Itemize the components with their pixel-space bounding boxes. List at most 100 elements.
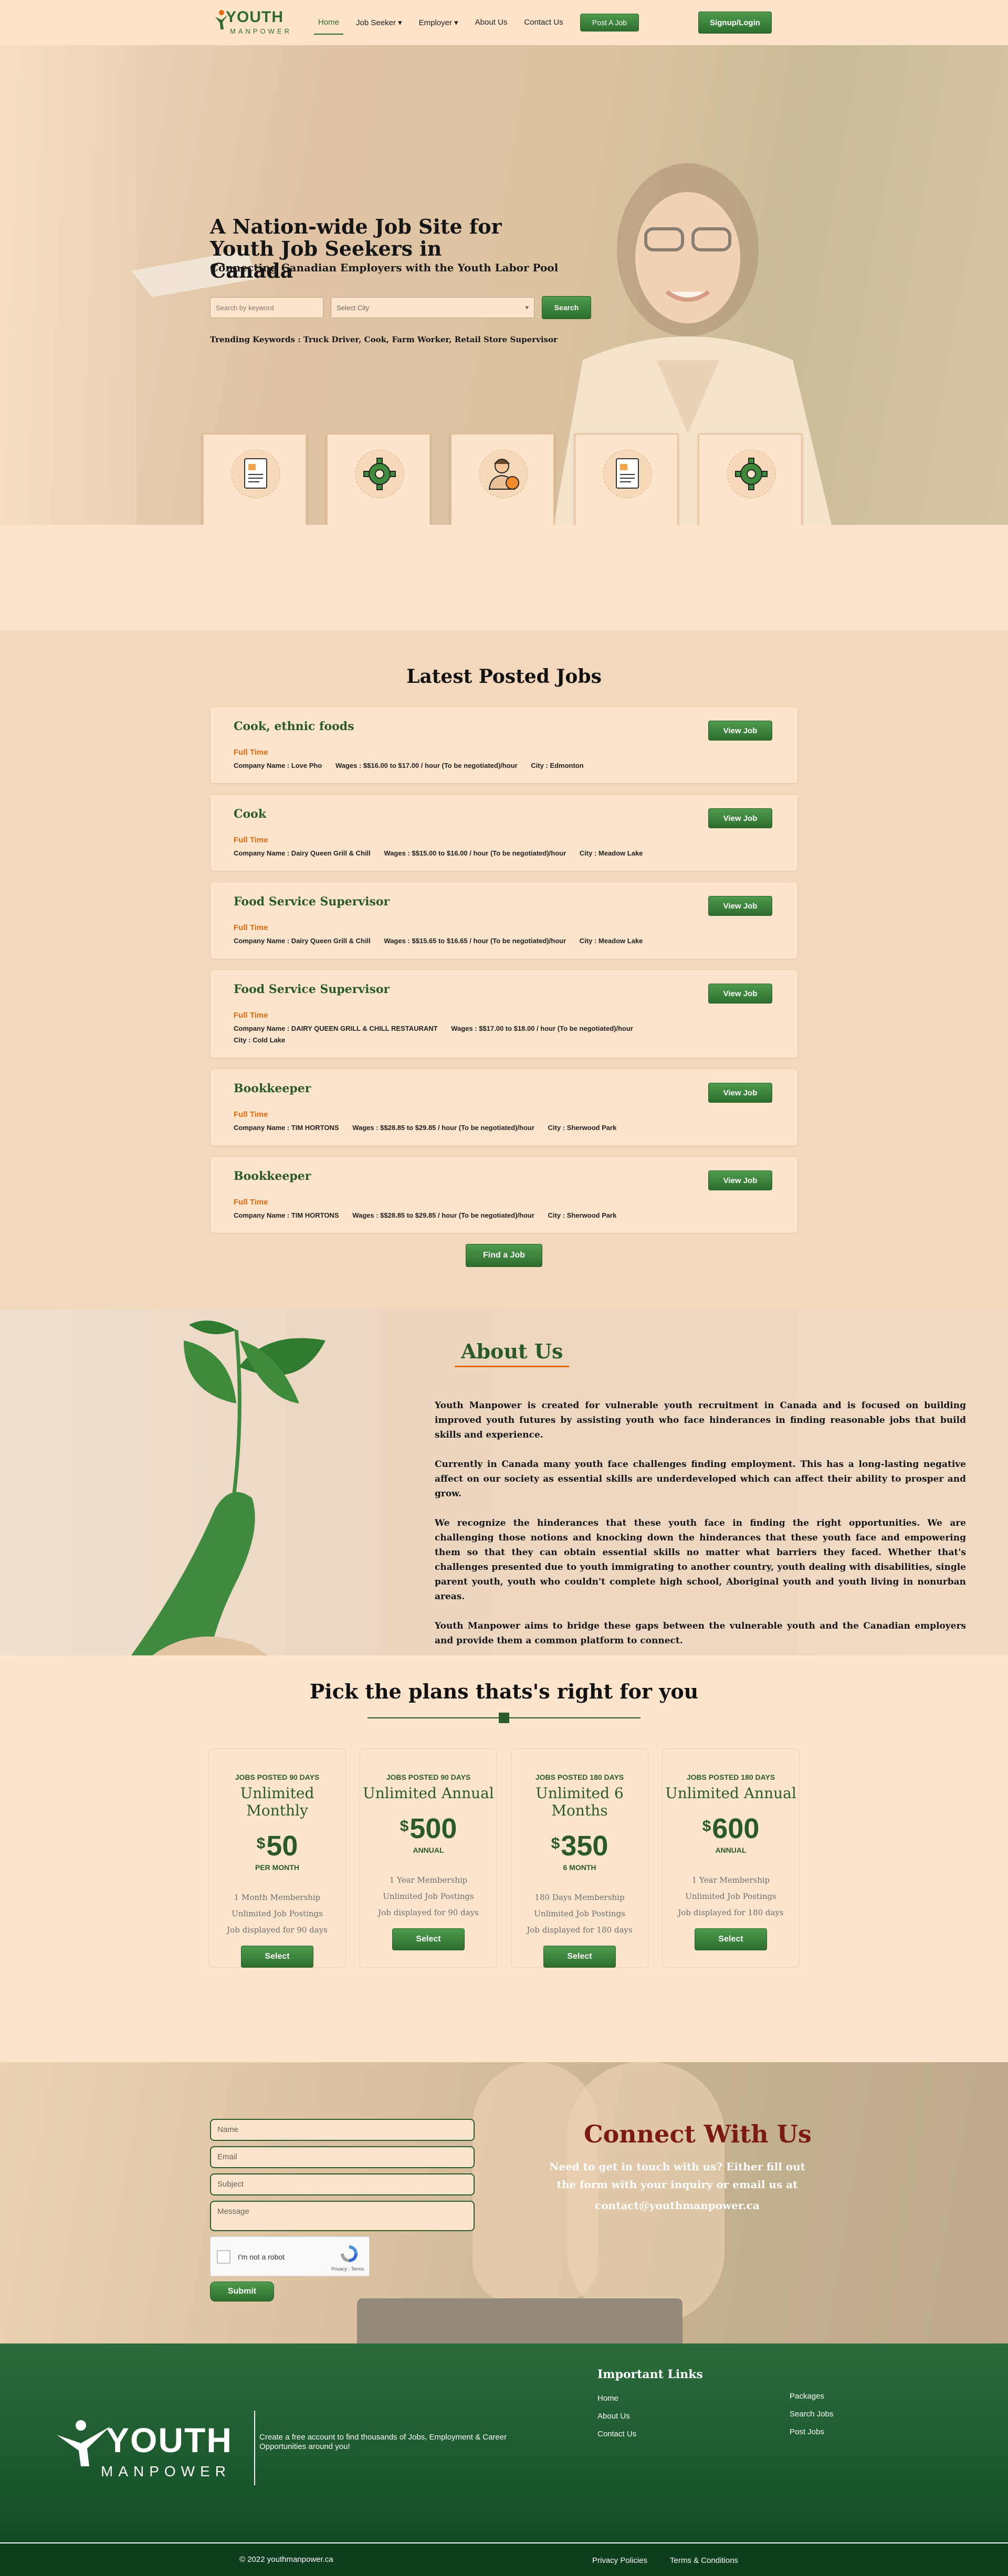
plan-price: $500 — [360, 1812, 497, 1845]
job-card: Bookkeeper Full Time Company Name : TIM … — [210, 1156, 798, 1233]
job-city: City : Sherwood Park — [548, 1124, 617, 1132]
job-wages: Wages : $$15.00 to $16.00 / hour (To be … — [384, 849, 566, 857]
plan-price-value: 350 — [561, 1830, 608, 1862]
job-card: Cook, ethnic foods Full Time Company Nam… — [210, 706, 798, 784]
footer-link-search-jobs[interactable]: Search Jobs — [790, 2410, 833, 2419]
select-plan-button[interactable]: Select — [695, 1928, 767, 1950]
recaptcha-icon — [341, 2245, 358, 2262]
job-title[interactable]: Cook, ethnic foods — [234, 720, 774, 733]
category-label: Retail, Counter, Merchandising — [331, 524, 426, 525]
select-plan-button[interactable]: Select — [392, 1928, 465, 1950]
job-city: City : Cold Lake — [234, 1036, 286, 1044]
view-job-button[interactable]: View Job — [708, 1083, 772, 1103]
select-plan-button[interactable]: Select — [543, 1946, 616, 1968]
category-card: Hotel, Motel, Hospitality, Tourism View … — [574, 434, 678, 525]
post-job-button[interactable]: Post A Job — [580, 14, 639, 31]
plan-currency: $ — [551, 1835, 560, 1852]
hero-subtitle: Connecting Canadian Employers with the Y… — [210, 261, 559, 274]
site-logo[interactable]: YOUTH MANPOWER — [214, 7, 298, 38]
footer-link-about[interactable]: About Us — [597, 2412, 630, 2421]
submit-button[interactable]: Submit — [210, 2282, 274, 2301]
footer-link-contact[interactable]: Contact Us — [597, 2430, 636, 2438]
name-field[interactable]: Name — [210, 2119, 475, 2141]
connect-text: Need to get in touch with us? Either fil… — [541, 2158, 814, 2214]
footer-link-packages[interactable]: Packages — [790, 2392, 824, 2401]
plan-feature: 1 Year Membership — [389, 1875, 468, 1885]
site-footer: YOUTH MANPOWER Create a free account to … — [0, 2343, 1008, 2576]
view-job-button[interactable]: View Job — [708, 721, 772, 741]
footer-link-post-jobs[interactable]: Post Jobs — [790, 2427, 824, 2436]
signup-login-button[interactable]: Signup/Login — [698, 12, 772, 34]
contact-overlay — [0, 2062, 1008, 2343]
job-title[interactable]: Bookkeeper — [234, 1169, 774, 1183]
job-city: City : Edmonton — [531, 762, 584, 769]
logo-text-youth: YOUTH — [226, 8, 284, 26]
plan-feature: Unlimited Job Postings — [534, 1909, 625, 1918]
hero-title-line1: A Nation-wide Job Site for — [210, 215, 502, 238]
job-title[interactable]: Bookkeeper — [234, 1082, 774, 1095]
nav-job-seeker[interactable]: Job Seeker ▾ — [348, 15, 411, 30]
category-label: Cook, Chef — [702, 524, 798, 525]
latest-jobs-title: Latest Posted Jobs — [406, 666, 602, 688]
plan-feature: Unlimited Job Postings — [383, 1892, 474, 1901]
category-card: Cook, Chef View Jobs — [698, 434, 802, 525]
job-title[interactable]: Food Service Supervisor — [234, 983, 774, 996]
job-company: Company Name : DAIRY QUEEN GRILL & CHILL… — [234, 1025, 438, 1032]
trending-keywords: Trending Keywords : Truck Driver, Cook, … — [210, 335, 558, 344]
document-icon — [227, 445, 285, 503]
view-job-button[interactable]: View Job — [708, 1170, 772, 1190]
caret-down-icon: ▾ — [454, 18, 458, 27]
job-type: Full Time — [234, 1198, 268, 1207]
job-details: Company Name : TIM HORTONS Wages : $$28.… — [234, 1210, 774, 1221]
view-job-button[interactable]: View Job — [708, 808, 772, 828]
caret-down-icon: ▾ — [398, 18, 402, 27]
site-header: YOUTH MANPOWER Home Job Seeker ▾ Employe… — [0, 0, 1008, 45]
plan-features: 180 Days Membership Unlimited Job Postin… — [511, 1889, 648, 1938]
recaptcha-terms[interactable]: Privacy - Terms — [331, 2266, 364, 2272]
subject-field[interactable]: Subject — [210, 2173, 475, 2195]
plan-card: JOBS POSTED 180 DAYS Unlimited Annual $6… — [662, 1748, 800, 1968]
job-title[interactable]: Food Service Supervisor — [234, 895, 774, 909]
job-details: Company Name : TIM HORTONS Wages : $$28.… — [234, 1122, 774, 1134]
plan-name: Unlimited Annual — [665, 1785, 796, 1802]
nav-contact-us[interactable]: Contact Us — [516, 15, 571, 30]
plan-posted-days: JOBS POSTED 90 DAYS — [235, 1773, 320, 1781]
plan-feature: Job displayed for 180 days — [678, 1908, 784, 1917]
plan-period: ANNUAL — [413, 1846, 444, 1854]
plant-hand-image — [131, 1321, 326, 1655]
job-details: Company Name : Dairy Queen Grill & Chill… — [234, 935, 774, 947]
job-list: Cook, ethnic foods Full Time Company Nam… — [210, 706, 798, 1233]
find-job-button[interactable]: Find a Job — [466, 1244, 542, 1267]
footer-link-home[interactable]: Home — [597, 2394, 618, 2403]
recaptcha-checkbox[interactable] — [217, 2250, 230, 2264]
terms-link[interactable]: Terms & Conditions — [670, 2556, 738, 2565]
job-type: Full Time — [234, 836, 268, 844]
view-job-button[interactable]: View Job — [708, 984, 772, 1004]
job-wages: Wages : $$17.00 to $18.00 / hour (To be … — [451, 1025, 633, 1032]
connect-text-line2: the form with your inquiry or email us a… — [556, 2178, 798, 2191]
job-city: City : Meadow Lake — [579, 849, 643, 857]
job-card: Food Service Supervisor Full Time Compan… — [210, 882, 798, 959]
contact-email-link[interactable]: contact@youthmanpower.ca — [541, 2197, 814, 2214]
nav-employer[interactable]: Employer ▾ — [411, 15, 467, 30]
privacy-link[interactable]: Privacy Policies — [592, 2556, 647, 2565]
about-text: Youth Manpower is created for vulnerable… — [435, 1398, 966, 1655]
nav-about-us[interactable]: About Us — [467, 15, 516, 30]
plan-currency: $ — [400, 1818, 409, 1835]
email-field[interactable]: Email — [210, 2146, 475, 2168]
city-select[interactable]: Select City ▾ — [331, 297, 534, 318]
job-card: Bookkeeper Full Time Company Name : TIM … — [210, 1069, 798, 1146]
nav-home[interactable]: Home — [310, 15, 348, 35]
search-button[interactable]: Search — [542, 296, 591, 319]
footer-description: Create a free account to find thousands … — [259, 2433, 507, 2451]
plan-feature: 1 Year Membership — [691, 1875, 770, 1885]
connect-title: Connect With Us — [584, 2120, 812, 2148]
plan-feature: 180 Days Membership — [534, 1893, 625, 1902]
plan-posted-days: JOBS POSTED 90 DAYS — [386, 1773, 471, 1781]
select-plan-button[interactable]: Select — [241, 1946, 313, 1968]
view-job-button[interactable]: View Job — [708, 896, 772, 916]
keyword-search-input[interactable]: Search by keyword — [210, 297, 323, 318]
footer-logo[interactable]: YOUTH MANPOWER — [56, 2415, 239, 2486]
job-title[interactable]: Cook — [234, 807, 774, 821]
message-field[interactable]: Message — [210, 2201, 475, 2231]
